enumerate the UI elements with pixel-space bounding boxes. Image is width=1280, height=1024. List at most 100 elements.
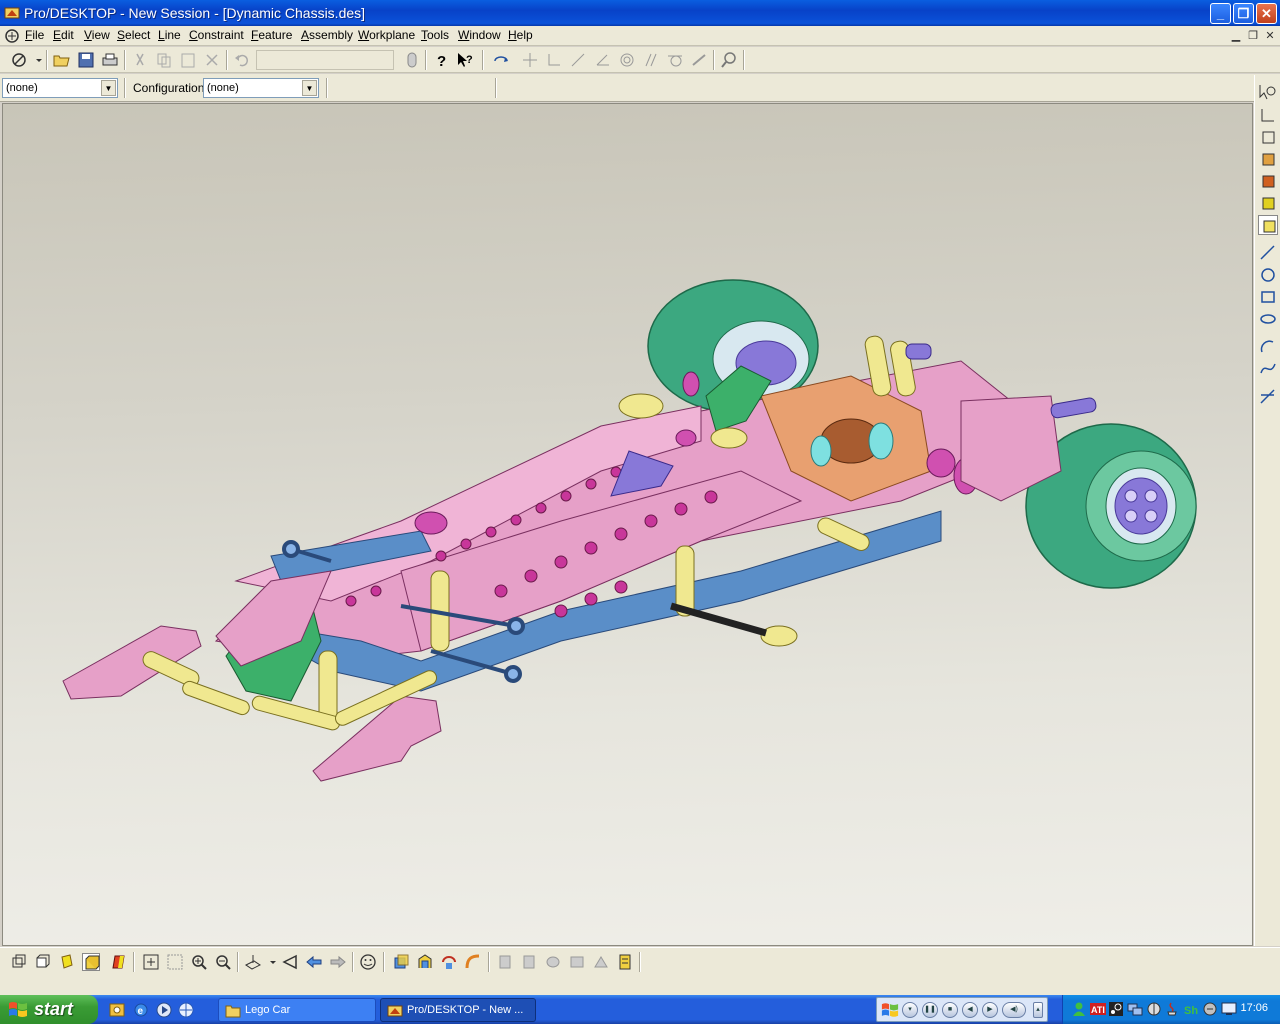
- assembly-constraint-icon[interactable]: [616, 953, 634, 971]
- paste-icon[interactable]: [179, 51, 197, 69]
- menu-workplane[interactable]: Workplane: [358, 28, 415, 42]
- smiley-icon[interactable]: [359, 953, 377, 971]
- zoom-out-icon[interactable]: [214, 953, 232, 971]
- menu-constraint[interactable]: Constraint: [189, 28, 244, 42]
- select-components-icon[interactable]: [1258, 171, 1278, 191]
- quick-launch-ie-icon[interactable]: e: [132, 1001, 150, 1019]
- title-bar[interactable]: Pro/DESKTOP - New Session - [Dynamic Cha…: [0, 0, 1280, 26]
- perpendicular-icon[interactable]: [545, 51, 563, 69]
- zoom-fit-icon[interactable]: [142, 953, 160, 971]
- constraint-angle-icon[interactable]: [568, 953, 586, 971]
- network-icon[interactable]: [1127, 1001, 1143, 1017]
- next-view-icon[interactable]: [329, 953, 347, 971]
- arc-tool-icon[interactable]: [1258, 337, 1278, 357]
- select-parts-icon[interactable]: [1258, 149, 1278, 169]
- rectangle-tool-icon[interactable]: [1258, 287, 1278, 307]
- explode-icon[interactable]: [416, 953, 434, 971]
- menu-assembly[interactable]: Assembly: [301, 28, 353, 42]
- quick-launch-browser-icon[interactable]: [177, 1001, 195, 1019]
- configuration-select[interactable]: (none) ▼: [203, 78, 319, 98]
- line-tool-icon[interactable]: [1258, 243, 1278, 263]
- trim-tool-icon[interactable]: [1258, 387, 1278, 407]
- workplane-view-icon[interactable]: [244, 953, 262, 971]
- render-view-icon[interactable]: [110, 953, 128, 971]
- constraint-offset-icon[interactable]: [592, 953, 610, 971]
- document-system-icon[interactable]: [4, 28, 20, 44]
- taskbar-item-pro-desktop[interactable]: Pro/DESKTOP - New ...: [380, 998, 536, 1022]
- zoom-in-icon[interactable]: [190, 953, 208, 971]
- sync-icon[interactable]: [1202, 1001, 1218, 1017]
- minimize-button[interactable]: _: [1210, 3, 1231, 24]
- look-at-icon[interactable]: [281, 953, 299, 971]
- select-edges-icon[interactable]: [1258, 83, 1278, 103]
- angle-icon[interactable]: [594, 51, 612, 69]
- constraint-align-icon[interactable]: [520, 953, 538, 971]
- copy-icon[interactable]: [155, 51, 173, 69]
- constraint-icon[interactable]: [521, 51, 539, 69]
- move-component-icon[interactable]: [464, 953, 482, 971]
- constraint-mate-icon[interactable]: [496, 953, 514, 971]
- menu-feature[interactable]: Feature: [251, 28, 292, 42]
- menu-edit[interactable]: Edit: [53, 28, 74, 42]
- select-assembly-icon[interactable]: [1258, 193, 1278, 213]
- enhanced-view-icon[interactable]: [82, 953, 100, 971]
- doc-minimize-button[interactable]: ▁: [1228, 29, 1244, 43]
- media-stop-button[interactable]: ■: [942, 1002, 958, 1018]
- start-button[interactable]: start: [0, 995, 98, 1024]
- select-workplane-icon[interactable]: [1258, 105, 1278, 125]
- help-icon[interactable]: ?: [432, 51, 450, 70]
- maximize-button[interactable]: ❐: [1233, 3, 1254, 24]
- wireframe-view-icon[interactable]: [10, 953, 28, 971]
- messenger-icon[interactable]: [1071, 1001, 1087, 1017]
- line-tool-icon[interactable]: [569, 51, 587, 69]
- chevron-down-icon[interactable]: ▼: [302, 80, 317, 96]
- quick-launch-outlook-icon[interactable]: [108, 1001, 126, 1019]
- security-icon[interactable]: Sh: [1183, 1001, 1199, 1017]
- rotate-component-icon[interactable]: [440, 953, 458, 971]
- chevron-down-icon[interactable]: [30, 51, 42, 69]
- print-icon[interactable]: [101, 51, 119, 69]
- zoom-search-icon[interactable]: [720, 51, 738, 69]
- select-features-icon[interactable]: [1258, 127, 1278, 147]
- design-viewport[interactable]: [2, 103, 1253, 946]
- parallel-icon[interactable]: [642, 51, 660, 69]
- doc-close-button[interactable]: ✕: [1262, 29, 1278, 43]
- media-pause-button[interactable]: ❚❚: [922, 1002, 938, 1018]
- mouse-icon[interactable]: [403, 51, 421, 69]
- display-icon[interactable]: [1221, 1001, 1237, 1017]
- constraint-orient-icon[interactable]: [544, 953, 562, 971]
- previous-view-icon[interactable]: [305, 953, 323, 971]
- menu-file[interactable]: File: [25, 28, 44, 42]
- delete-icon[interactable]: [203, 51, 221, 69]
- media-previous-button[interactable]: ◀: [962, 1002, 978, 1018]
- media-volume-button[interactable]: ◀): [1002, 1002, 1026, 1018]
- spline-tool-icon[interactable]: [1258, 359, 1278, 379]
- menu-window[interactable]: Window: [458, 28, 501, 42]
- design-mode-icon[interactable]: [10, 51, 28, 69]
- taskbar-item-lego-car[interactable]: Lego Car: [218, 998, 376, 1022]
- shaded-view-icon[interactable]: [58, 953, 76, 971]
- chevron-down-icon[interactable]: [264, 953, 276, 971]
- media-next-button[interactable]: ▶: [982, 1002, 998, 1018]
- menu-select[interactable]: Select: [117, 28, 150, 42]
- doc-restore-button[interactable]: ❐: [1245, 29, 1261, 43]
- menu-line[interactable]: Line: [158, 28, 181, 42]
- undo-icon[interactable]: [233, 51, 251, 69]
- menu-help[interactable]: Help: [508, 28, 533, 42]
- quick-launch-media-icon[interactable]: [155, 1001, 173, 1019]
- tangent-icon[interactable]: [666, 51, 684, 69]
- java-icon[interactable]: [1164, 1001, 1180, 1017]
- select-all-icon[interactable]: [1258, 215, 1278, 235]
- steam-icon[interactable]: [1108, 1001, 1124, 1017]
- open-folder-icon[interactable]: [53, 51, 71, 69]
- dimension-icon[interactable]: [690, 51, 708, 69]
- media-restore-button[interactable]: ▴: [1033, 1002, 1043, 1018]
- context-help-icon[interactable]: ?: [456, 51, 474, 69]
- ati-icon[interactable]: ATI: [1090, 1001, 1106, 1017]
- save-icon[interactable]: [77, 51, 95, 69]
- hidden-line-view-icon[interactable]: [34, 953, 52, 971]
- rotate-view-icon[interactable]: [492, 51, 510, 69]
- menu-tools[interactable]: Tools: [421, 28, 449, 42]
- media-menu-button[interactable]: ▾: [902, 1002, 918, 1018]
- circle-tool-icon[interactable]: [1258, 265, 1278, 285]
